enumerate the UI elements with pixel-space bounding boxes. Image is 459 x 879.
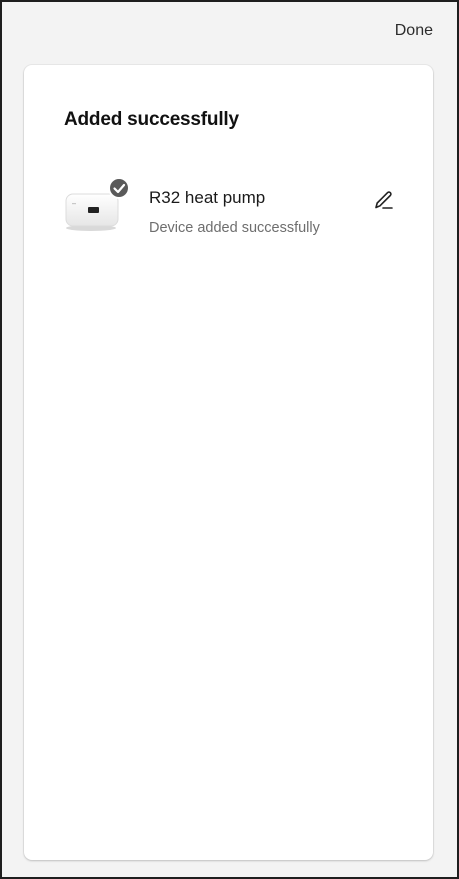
check-badge-icon: [108, 177, 130, 199]
result-card: Added successfully R32 heat pump Device …: [24, 65, 433, 860]
page-title: Added successfully: [64, 109, 239, 130]
heat-pump-device-icon: [65, 177, 130, 231]
device-status: Device added successfully: [149, 220, 320, 236]
pencil-edit-icon[interactable]: [372, 189, 398, 213]
device-name: R32 heat pump: [149, 188, 266, 207]
done-button[interactable]: Done: [395, 22, 433, 40]
device-list-item[interactable]: R32 heat pump Device added successfully: [64, 173, 404, 243]
app-screen: Done Added successfully R32 heat pump De…: [0, 0, 459, 879]
